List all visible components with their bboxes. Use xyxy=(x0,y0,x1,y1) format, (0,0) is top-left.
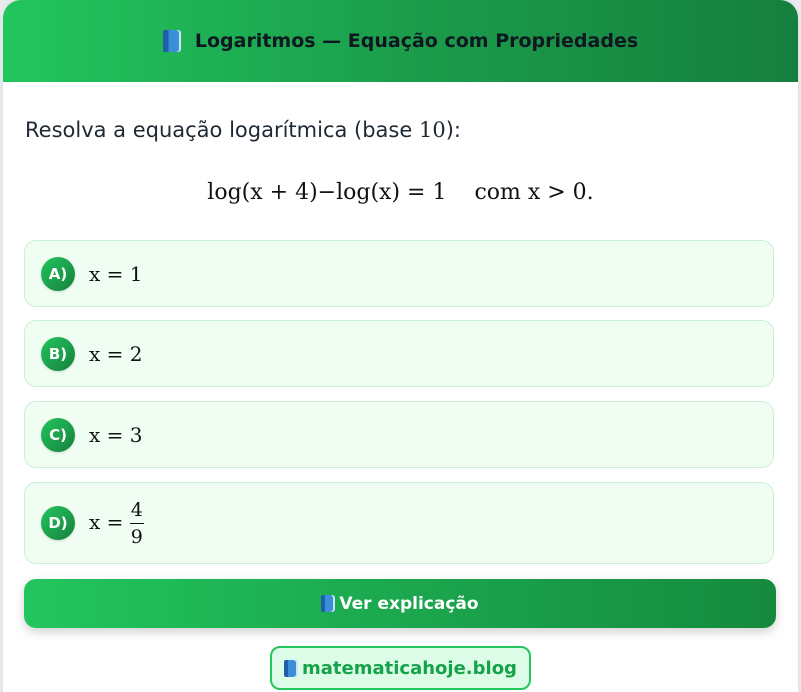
option-c[interactable]: C) x = 3 xyxy=(24,401,774,468)
question-prefix: Resolva a equação logarítmica (base xyxy=(25,118,419,142)
option-a-letter: A) xyxy=(41,256,75,291)
site-badge-label: matematicahoje.blog xyxy=(302,657,517,679)
option-d[interactable]: D) x = 49 xyxy=(24,482,774,564)
header-bar: Logaritmos — Equação com Propriedades xyxy=(3,0,798,82)
option-d-letter: D) xyxy=(41,506,75,540)
equation: log(x + 4)−log(x) = 1 com x > 0. xyxy=(0,180,801,205)
site-badge[interactable]: matematicahoje.blog xyxy=(270,646,531,690)
option-a[interactable]: A) x = 1 xyxy=(24,240,774,307)
question-base: 10 xyxy=(418,118,446,142)
option-c-letter: C) xyxy=(41,417,75,452)
explain-button[interactable]: Ver explicação xyxy=(24,579,776,628)
option-b-text: x = 2 xyxy=(89,341,143,366)
option-d-text: x = 49 xyxy=(89,499,144,548)
option-d-denominator: 9 xyxy=(130,525,143,548)
question-text: Resolva a equação logarítmica (base 10): xyxy=(25,118,461,142)
fraction-bar xyxy=(129,522,144,524)
book-icon xyxy=(284,659,299,677)
book-icon xyxy=(321,595,336,612)
header-title: Logaritmos — Equação com Propriedades xyxy=(194,30,639,52)
option-b[interactable]: B) x = 2 xyxy=(24,320,774,387)
option-c-text: x = 3 xyxy=(89,422,143,447)
option-d-fraction: 49 xyxy=(129,498,144,548)
explain-button-label: Ver explicação xyxy=(339,593,479,614)
book-icon xyxy=(162,30,181,52)
question-suffix: ): xyxy=(445,118,461,142)
option-b-letter: B) xyxy=(41,336,75,371)
equation-lhs: log(x + 4)−log(x) = 1 xyxy=(207,180,447,205)
option-d-prefix: x = xyxy=(89,509,130,534)
option-d-numerator: 4 xyxy=(130,498,143,521)
option-a-text: x = 1 xyxy=(89,261,143,286)
equation-condition: com x > 0. xyxy=(474,180,594,205)
